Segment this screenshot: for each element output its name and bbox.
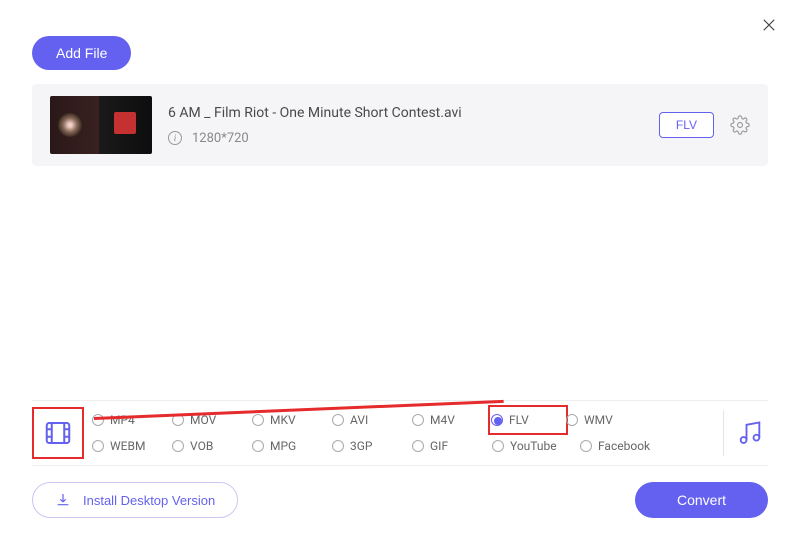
- format-option-3gp[interactable]: 3GP: [332, 439, 412, 453]
- format-option-webm[interactable]: WEBM: [92, 439, 172, 453]
- radio-icon: [412, 414, 424, 426]
- file-card: 6 AM _ Film Riot - One Minute Short Cont…: [32, 84, 768, 166]
- separator: [723, 410, 724, 456]
- file-thumbnail[interactable]: [50, 96, 152, 154]
- format-label: MPG: [270, 439, 296, 453]
- format-option-m4v[interactable]: M4V: [412, 413, 492, 427]
- radio-icon: [332, 414, 344, 426]
- format-label: YouTube: [510, 439, 557, 453]
- format-option-gif[interactable]: GIF: [412, 439, 492, 453]
- download-icon: [55, 492, 71, 508]
- radio-icon: [92, 440, 104, 452]
- radio-icon: [412, 440, 424, 452]
- radio-icon: [252, 414, 264, 426]
- convert-button[interactable]: Convert: [635, 482, 768, 518]
- format-label: GIF: [430, 439, 448, 453]
- format-label: WMV: [584, 413, 613, 427]
- radio-icon: [252, 440, 264, 452]
- install-desktop-button[interactable]: Install Desktop Version: [32, 482, 238, 518]
- format-label: AVI: [350, 413, 368, 427]
- format-option-flv[interactable]: FLV: [488, 405, 568, 435]
- radio-icon: [492, 440, 504, 452]
- format-row-2: WEBM VOB MPG 3GP GIF YouTube Facebook: [92, 439, 711, 453]
- format-label: Facebook: [598, 439, 650, 453]
- close-icon[interactable]: [760, 16, 778, 38]
- radio-icon: [566, 414, 578, 426]
- format-option-mkv[interactable]: MKV: [252, 413, 332, 427]
- format-option-vob[interactable]: VOB: [172, 439, 252, 453]
- format-label: FLV: [509, 413, 529, 427]
- video-tab-icon[interactable]: [32, 407, 84, 459]
- bottom-bar: Install Desktop Version Convert: [32, 482, 768, 518]
- format-label: M4V: [430, 413, 455, 427]
- add-file-button[interactable]: Add File: [32, 36, 131, 70]
- radio-icon: [580, 440, 592, 452]
- install-label: Install Desktop Version: [83, 493, 215, 508]
- format-option-mpg[interactable]: MPG: [252, 439, 332, 453]
- format-option-facebook[interactable]: Facebook: [580, 439, 668, 453]
- format-panel: MP4MOVMKVAVIM4VFLVWMV WEBMVOBMPG3GPGIFYo…: [32, 400, 768, 466]
- format-label: MKV: [270, 413, 296, 427]
- file-info: 6 AM _ Film Riot - One Minute Short Cont…: [168, 105, 643, 146]
- audio-tab-icon[interactable]: [736, 419, 768, 447]
- file-resolution: 1280*720: [192, 131, 249, 146]
- radio-icon: [172, 440, 184, 452]
- radio-icon: [332, 440, 344, 452]
- format-label: VOB: [190, 439, 213, 453]
- format-label: WEBM: [110, 439, 145, 453]
- format-label: 3GP: [350, 439, 373, 453]
- format-option-avi[interactable]: AVI: [332, 413, 412, 427]
- format-option-wmv[interactable]: WMV: [566, 413, 646, 427]
- info-icon[interactable]: i: [168, 131, 182, 145]
- format-option-youtube[interactable]: YouTube: [492, 439, 580, 453]
- radio-icon: [491, 414, 503, 426]
- format-badge-button[interactable]: FLV: [659, 112, 714, 138]
- gear-icon[interactable]: [730, 115, 750, 135]
- file-name: 6 AM _ Film Riot - One Minute Short Cont…: [168, 105, 643, 121]
